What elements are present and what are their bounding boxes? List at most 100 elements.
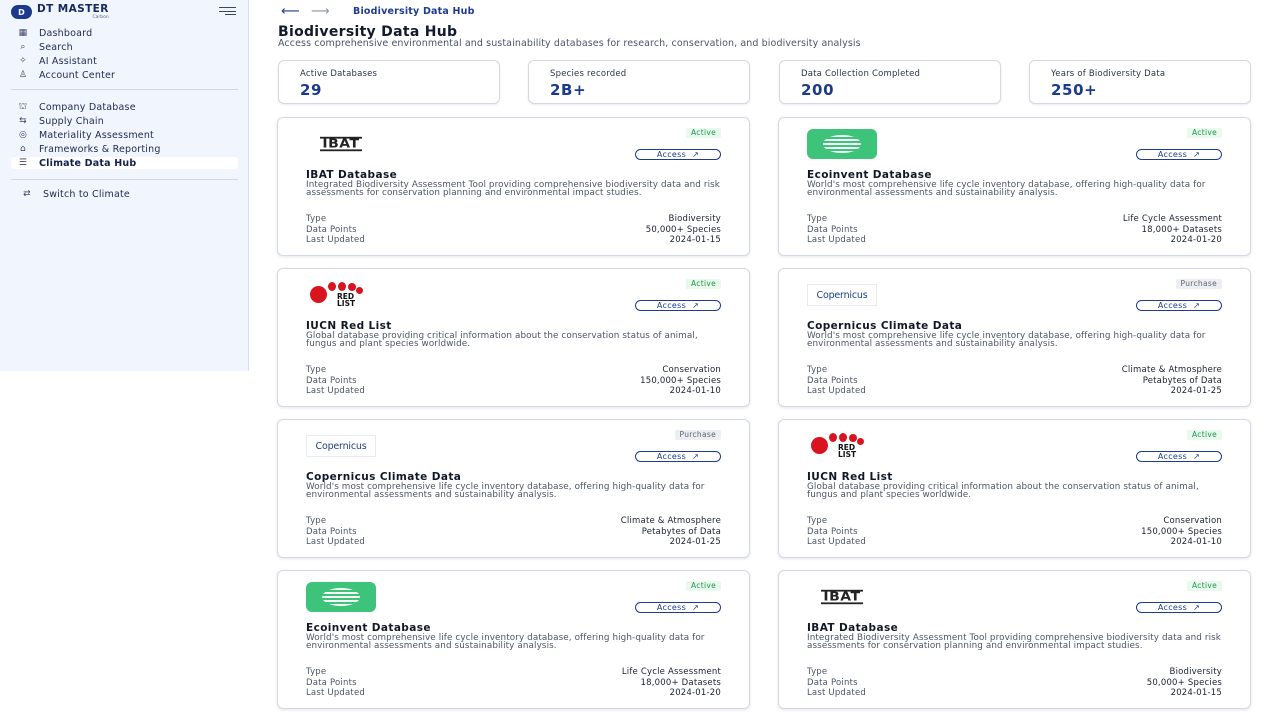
- database-logo: Copernicus: [306, 431, 376, 461]
- sidebar-item-materiality-assessment[interactable]: ◎ Materiality Assessment: [11, 129, 238, 141]
- sidebar-item-label: AI Assistant: [39, 55, 97, 67]
- access-button[interactable]: Access ↗: [1136, 451, 1222, 462]
- meta-row-data-points: Data Points Petabytes of Data: [306, 527, 721, 537]
- access-button[interactable]: Access ↗: [635, 451, 721, 462]
- status-badge: Active: [686, 279, 721, 289]
- access-label: Access: [1157, 301, 1188, 310]
- switch-label: Switch to Climate: [43, 188, 130, 200]
- sidebar-item-account-center[interactable]: ♙ Account Center: [11, 69, 238, 81]
- access-label: Access: [656, 452, 687, 461]
- external-link-icon: ↗: [1193, 150, 1201, 159]
- user-icon: ♙: [18, 70, 28, 80]
- database-logo: IBAT: [807, 582, 877, 612]
- database-card[interactable]: IBAT Active Access ↗ IBAT Database Integrated…: [778, 570, 1251, 709]
- sidebar-item-search[interactable]: ⌕ Search: [11, 41, 238, 53]
- access-button[interactable]: Access ↗: [635, 149, 721, 160]
- card-description: Global database providing critical infor…: [807, 482, 1199, 500]
- sidebar-item-label: Dashboard: [39, 27, 93, 39]
- access-button[interactable]: Access ↗: [635, 602, 721, 613]
- sidebar-item-label: Company Database: [39, 101, 136, 113]
- card-description: World's most comprehensive life cycle in…: [306, 633, 705, 651]
- page-subtitle: Access comprehensive environmental and s…: [278, 38, 861, 49]
- database-card[interactable]: Active Access ↗ Ecoinvent Database World's m…: [778, 117, 1251, 256]
- access-label: Access: [1157, 603, 1188, 612]
- meta-row-type: Type Climate & Atmosphere: [306, 516, 721, 526]
- sidebar-item-label: Supply Chain: [39, 115, 104, 127]
- meta-row-type: Type Conservation: [306, 365, 721, 375]
- card-description: Integrated Biodiversity Assessment Tool …: [306, 180, 720, 198]
- card-description: World's most comprehensive life cycle in…: [807, 331, 1206, 349]
- supply-chain-icon: ⇆: [19, 116, 27, 126]
- sidebar: D DT MASTER Carbon ▦ Dashboard ⌕ Search ✧ A…: [0, 0, 249, 371]
- meta-row-type: Type Conservation: [807, 516, 1222, 526]
- sidebar-item-frameworks-reporting[interactable]: ⌂ Frameworks & Reporting: [11, 143, 238, 155]
- menu-toggle-icon[interactable]: [219, 7, 236, 16]
- stat-card: Years of Biodiversity Data 250+: [1029, 60, 1251, 104]
- external-link-icon: ↗: [692, 603, 700, 612]
- meta-row-type: Type Biodiversity: [306, 214, 721, 224]
- sidebar-item-label: Materiality Assessment: [39, 129, 154, 141]
- external-link-icon: ↗: [692, 301, 700, 310]
- stat-label: Data Collection Completed: [801, 69, 921, 79]
- meta-row-data-points: Data Points Petabytes of Data: [807, 376, 1222, 386]
- meta-row-last-updated: Last Updated 2024-01-20: [306, 688, 721, 698]
- iucn-logo: RED LIST: [807, 431, 877, 461]
- database-logo: [807, 129, 877, 159]
- external-link-icon: ↗: [692, 452, 700, 461]
- sidebar-item-label: Search: [39, 41, 73, 53]
- sidebar-item-company-database[interactable]: ⛫ Company Database: [11, 101, 238, 113]
- ecoinvent-logo: [807, 129, 877, 159]
- access-button[interactable]: Access ↗: [1136, 602, 1222, 613]
- copernicus-logo: Copernicus: [807, 284, 877, 306]
- sidebar-divider: [11, 89, 238, 90]
- brand-subtitle: Carbon: [92, 14, 109, 20]
- meta-row-last-updated: Last Updated 2024-01-25: [306, 537, 721, 547]
- database-card[interactable]: Copernicus Purchase Access ↗ Copernicus Clim…: [778, 268, 1251, 407]
- bank-icon: ⌂: [20, 144, 26, 154]
- access-button[interactable]: Access ↗: [1136, 300, 1222, 311]
- meta-row-last-updated: Last Updated 2024-01-25: [807, 386, 1222, 396]
- meta-row-data-points: Data Points 50,000+ Species: [306, 225, 721, 235]
- database-card[interactable]: RED LIST Active Access ↗ IUCN Red List Global …: [277, 268, 750, 407]
- back-arrow-icon[interactable]: ⟵: [281, 4, 311, 19]
- status-badge: Active: [1187, 430, 1222, 440]
- breadcrumb[interactable]: Biodiversity Data Hub: [353, 6, 475, 17]
- sidebar-item-climate-data-hub[interactable]: ☰ Climate Data Hub: [11, 157, 238, 169]
- switch-to-climate-button[interactable]: ⇄ Switch to Climate: [15, 188, 242, 200]
- stat-value: 29: [300, 81, 323, 99]
- access-button[interactable]: Access ↗: [635, 300, 721, 311]
- database-card[interactable]: Active Access ↗ Ecoinvent Database World's m…: [277, 570, 750, 709]
- sidebar-divider: [11, 179, 238, 180]
- card-description: World's most comprehensive life cycle in…: [306, 482, 705, 500]
- sparkle-icon: ✧: [19, 56, 27, 66]
- card-description: Integrated Biodiversity Assessment Tool …: [807, 633, 1221, 651]
- database-logo: IBAT: [306, 129, 376, 159]
- meta-row-type: Type Life Cycle Assessment: [807, 214, 1222, 224]
- database-card[interactable]: RED LIST Active Access ↗ IUCN Red List Global …: [778, 419, 1251, 558]
- database-card[interactable]: Copernicus Purchase Access ↗ Copernicus Clim…: [277, 419, 750, 558]
- status-badge: Active: [686, 581, 721, 591]
- card-description: World's most comprehensive life cycle in…: [807, 180, 1206, 198]
- meta-row-last-updated: Last Updated 2024-01-20: [807, 235, 1222, 245]
- forward-arrow-icon[interactable]: ⟶: [311, 4, 341, 19]
- brand[interactable]: D DT MASTER Carbon: [11, 4, 109, 20]
- database-card[interactable]: IBAT Active Access ↗ IBAT Database Integrated…: [277, 117, 750, 256]
- access-button[interactable]: Access ↗: [1136, 149, 1222, 160]
- meta-row-type: Type Climate & Atmosphere: [807, 365, 1222, 375]
- access-label: Access: [656, 150, 687, 159]
- sidebar-item-ai-assistant[interactable]: ✧ AI Assistant: [11, 55, 238, 67]
- stat-label: Species recorded: [550, 69, 627, 79]
- switch-icon: ⇄: [23, 189, 31, 199]
- meta-row-data-points: Data Points 18,000+ Datasets: [807, 225, 1222, 235]
- status-badge: Active: [1187, 128, 1222, 138]
- stat-value: 250+: [1051, 81, 1098, 99]
- meta-row-type: Type Biodiversity: [807, 667, 1222, 677]
- sidebar-item-label: Climate Data Hub: [39, 157, 137, 169]
- ecoinvent-logo: [306, 582, 376, 612]
- database-logo: RED LIST: [306, 280, 376, 310]
- access-label: Access: [1157, 452, 1188, 461]
- sidebar-item-supply-chain[interactable]: ⇆ Supply Chain: [11, 115, 238, 127]
- stat-card: Data Collection Completed 200: [779, 60, 1001, 104]
- sidebar-item-dashboard[interactable]: ▦ Dashboard: [11, 27, 238, 39]
- iucn-logo: RED LIST: [306, 280, 376, 310]
